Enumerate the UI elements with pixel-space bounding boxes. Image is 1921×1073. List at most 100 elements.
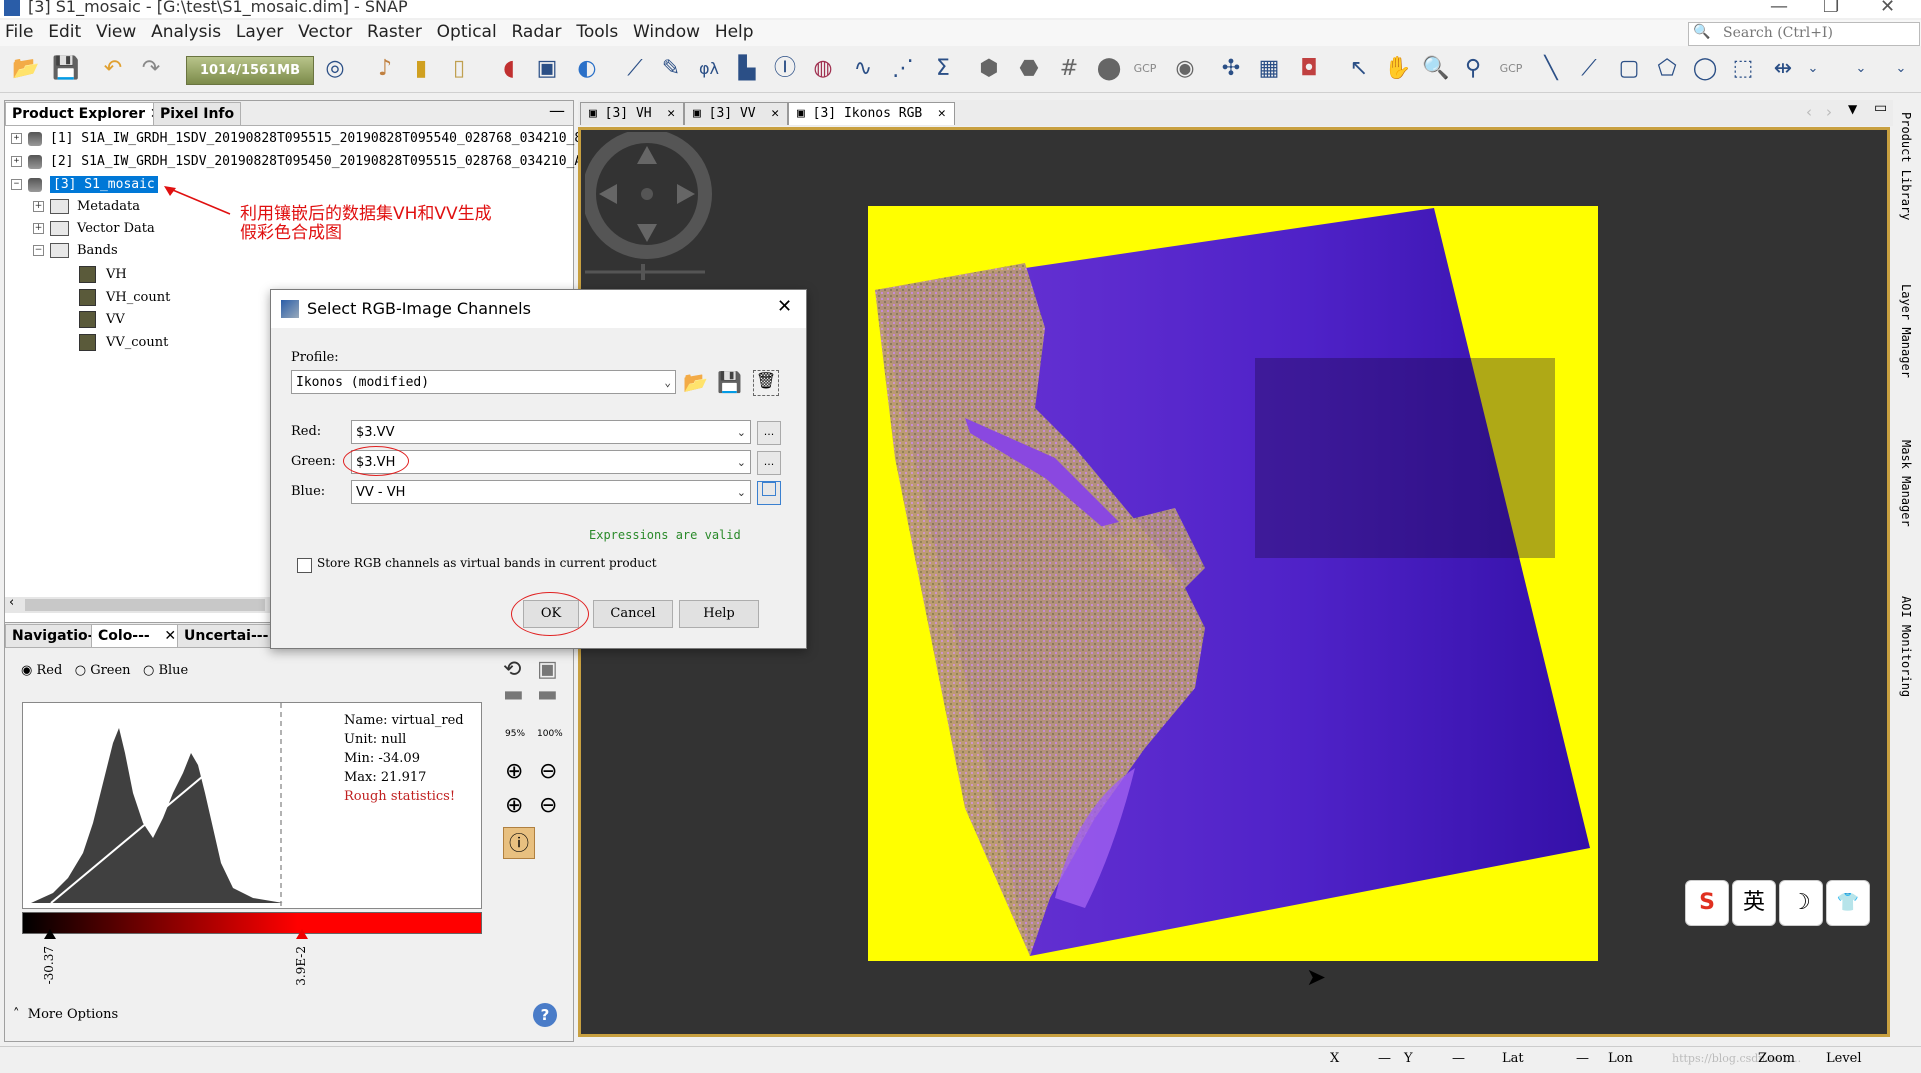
import-icon[interactable]: ▬	[503, 682, 533, 707]
histogram-icon[interactable]: ▙	[734, 56, 760, 82]
menu-radar[interactable]: Radar	[506, 20, 566, 44]
tree-metadata[interactable]: + Metadata	[33, 199, 140, 214]
zoom-tool-icon[interactable]: 🔍	[1422, 56, 1449, 82]
delete-profile-icon[interactable]: 🗑	[753, 370, 779, 396]
polygon-drawing-icon[interactable]: ⬠	[1654, 56, 1680, 82]
zoom-in-vertical-icon[interactable]: ⊕	[505, 759, 523, 784]
profile-plot-icon[interactable]: ⟋	[622, 56, 648, 82]
open-product-icon[interactable]: 📂	[12, 56, 39, 82]
sync-views-icon[interactable]: ✣	[1218, 56, 1244, 82]
menu-edit[interactable]: Edit	[43, 20, 86, 44]
menu-file[interactable]: File	[0, 20, 38, 44]
undo-icon[interactable]: ↶	[100, 56, 126, 82]
insert-figure-icon[interactable]: ⬚	[1730, 56, 1756, 82]
close-tab-icon[interactable]: ✕	[667, 106, 675, 121]
tree-vector-data[interactable]: + Vector Data	[33, 221, 155, 236]
menu-raster[interactable]: Raster	[362, 20, 427, 44]
draw-line-icon[interactable]: ✎	[658, 56, 684, 82]
tab-scroll-left-icon[interactable]: ‹	[1806, 103, 1812, 121]
layer-icon[interactable]: ⬣	[1016, 56, 1042, 82]
green-expression-editor-button[interactable]: ...	[757, 451, 781, 475]
radio-green[interactable]: ○ Green	[75, 663, 131, 678]
redo-icon[interactable]: ↷	[138, 56, 164, 82]
mask-icon[interactable]: ⬢	[976, 56, 1002, 82]
save-profile-icon[interactable]: 💾	[717, 370, 742, 394]
tree-band-vh[interactable]: VH	[79, 266, 127, 283]
band-maths-icon[interactable]: ▯	[446, 56, 472, 82]
select-tool-icon[interactable]: ↖	[1346, 56, 1372, 82]
more-options-toggle[interactable]: ˄ More Options	[13, 1007, 118, 1022]
grid-icon[interactable]: #	[1056, 56, 1082, 82]
batch-processing-icon[interactable]: ▮	[408, 56, 434, 82]
statistics-icon[interactable]: ∿	[850, 56, 876, 82]
minimize-icon[interactable]: —	[1770, 0, 1788, 17]
store-virtual-bands-checkbox[interactable]	[297, 558, 312, 573]
zoom-in-horizontal-icon[interactable]: ⊕	[505, 793, 523, 818]
scrollbar-thumb[interactable]	[25, 599, 265, 611]
save-product-icon[interactable]: 💾	[52, 56, 79, 82]
zoom-out-vertical-icon[interactable]: ⊖	[539, 759, 557, 784]
minimize-panel-icon[interactable]: —	[549, 101, 565, 120]
tab-uncertainty[interactable]: Uncertai---	[177, 624, 276, 647]
tab-list-icon[interactable]: ▼	[1848, 102, 1857, 116]
menu-help[interactable]: Help	[710, 20, 759, 44]
reset-icon[interactable]: ⟲	[503, 657, 533, 682]
image-view-icon[interactable]: ▣	[534, 56, 560, 82]
ime-logo-icon[interactable]: S	[1685, 880, 1729, 926]
info-toggle-icon[interactable]: ⓘ	[503, 827, 535, 859]
maximize-view-icon[interactable]: ▭	[1874, 100, 1887, 116]
navigation-sync-icon[interactable]: ◘	[1296, 56, 1322, 82]
gcp-placing-icon[interactable]: GCP	[1498, 56, 1524, 82]
blue-expression-select[interactable]: VV - VH ⌄	[351, 480, 751, 504]
percent-95-button[interactable]: 95%	[505, 729, 525, 739]
line-drawing-icon[interactable]: ╲	[1538, 56, 1564, 82]
close-tab-icon[interactable]: ✕	[164, 628, 176, 644]
correlative-plot-icon[interactable]: ⋰	[890, 56, 916, 82]
ellipse-drawing-icon[interactable]: ◯	[1692, 56, 1718, 82]
close-tab-icon[interactable]: ✕	[938, 106, 946, 121]
sum-icon[interactable]: Σ	[930, 56, 956, 82]
navigation-control[interactable]	[585, 132, 715, 282]
help-icon[interactable]: ?	[533, 1003, 557, 1027]
information-icon[interactable]: Ⓘ	[772, 56, 798, 82]
cancel-button[interactable]: Cancel	[593, 600, 673, 628]
rgb-image-icon[interactable]: ◖	[496, 56, 522, 82]
range-finder-icon[interactable]: ⇹	[1770, 56, 1796, 82]
toolbar-overflow-icon[interactable]: ⌄	[1800, 56, 1826, 82]
ime-skin-icon[interactable]: 👕	[1826, 880, 1870, 926]
toolbar-overflow-3-icon[interactable]: ⌄	[1888, 56, 1914, 82]
close-tab-icon[interactable]: ✕	[771, 106, 779, 121]
radio-red[interactable]: ◉ Red	[21, 663, 62, 678]
pin-manager-icon[interactable]: ⬤	[1096, 56, 1122, 82]
rectangle-drawing-icon[interactable]: ▢	[1616, 56, 1642, 82]
dialog-close-icon[interactable]: ✕	[777, 296, 792, 317]
close-icon[interactable]: ✕	[1880, 0, 1895, 17]
tree-product-2[interactable]: + [2] S1A_IW_GRDH_1SDV_20190828T095450_20…	[11, 154, 582, 169]
radio-blue[interactable]: ○ Blue	[143, 663, 188, 678]
tab-scroll-right-icon[interactable]: ›	[1826, 103, 1832, 121]
tab-colour-manipulation[interactable]: Colo--- ✕	[91, 624, 184, 647]
tree-bands[interactable]: − Bands	[33, 243, 118, 258]
tree-band-vv-count[interactable]: VV_count	[79, 334, 168, 351]
tree-band-vh-count[interactable]: VH_count	[79, 289, 170, 306]
percent-100-button[interactable]: 100%	[537, 729, 563, 739]
gcp-manager-icon[interactable]: GCP	[1132, 56, 1158, 82]
green-expression-select[interactable]: $3.VH ⌄	[351, 450, 751, 474]
tile-views-icon[interactable]: ▦	[1256, 56, 1282, 82]
pan-tool-icon[interactable]: ✋	[1384, 56, 1411, 82]
spectrum-icon[interactable]: φλ	[696, 56, 722, 82]
multi-apply-icon[interactable]: ▣	[537, 657, 567, 682]
menu-tools[interactable]: Tools	[571, 20, 623, 44]
menu-optical[interactable]: Optical	[432, 20, 502, 44]
help-button[interactable]: Help	[679, 600, 759, 628]
scatter-plot-icon[interactable]: ◍	[810, 56, 836, 82]
restore-icon[interactable]: ❐	[1823, 0, 1839, 17]
menu-window[interactable]: Window	[628, 20, 705, 44]
min-slider-handle[interactable]	[44, 929, 56, 939]
side-tab-aoi-monitoring[interactable]: AOI Monitoring	[1899, 596, 1913, 697]
tab-pixel-info[interactable]: Pixel Info	[153, 102, 242, 125]
tab-product-explorer[interactable]: Product Explorer ✕	[5, 102, 169, 125]
max-slider-handle[interactable]	[296, 929, 308, 939]
side-tab-layer-manager[interactable]: Layer Manager	[1899, 284, 1913, 378]
red-expression-editor-button[interactable]: ...	[757, 421, 781, 445]
